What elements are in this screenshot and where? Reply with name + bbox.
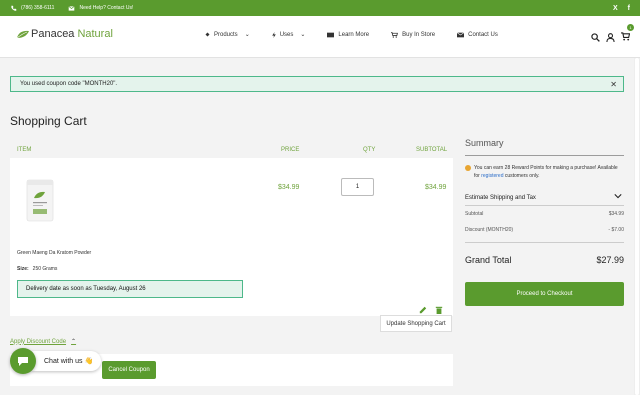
nav-uses-label: Uses xyxy=(279,31,294,38)
summary-subtotal-row: Subtotal $34.99 xyxy=(465,206,624,222)
apply-discount-toggle[interactable]: Apply Discount Code ⌃ xyxy=(10,338,77,346)
chevron-down-icon: ⌄ xyxy=(300,32,306,38)
registered-link[interactable]: registered xyxy=(481,173,503,179)
facebook-icon[interactable]: f xyxy=(628,5,630,12)
chevron-down-icon xyxy=(614,194,622,199)
nav-buy-in-store[interactable]: Buy In Store xyxy=(391,31,435,38)
chevron-up-icon: ⌃ xyxy=(71,339,77,345)
logo-text-panacea: Panacea xyxy=(31,28,75,40)
nav-products[interactable]: Products ⌄ xyxy=(205,31,250,38)
nav-learn-more-label: Learn More xyxy=(338,31,370,38)
nav-learn-more[interactable]: Learn More xyxy=(327,31,369,38)
size-value: 250 Grams xyxy=(32,266,58,272)
cart-button[interactable]: 1 xyxy=(621,24,634,46)
leaf-logo-icon xyxy=(16,30,29,38)
page-title: Shopping Cart xyxy=(10,114,87,128)
mail-icon xyxy=(68,5,75,11)
grand-total-value: $27.99 xyxy=(596,255,624,265)
close-icon[interactable]: ✕ xyxy=(610,80,617,89)
scrollbar-thumb[interactable] xyxy=(635,58,639,395)
products-icon xyxy=(205,32,210,37)
estimate-shipping-toggle[interactable]: Estimate Shipping and Tax xyxy=(465,190,624,206)
site-header: Panacea Natural Products ⌄ Uses ⌄ Learn … xyxy=(0,16,640,58)
store-icon xyxy=(391,31,399,38)
size-label: Size: xyxy=(17,266,29,272)
discount-label: Discount (MONTH20) xyxy=(465,227,514,233)
cart-icon xyxy=(621,32,631,41)
cancel-coupon-button[interactable]: Cancel Coupon xyxy=(102,361,156,379)
chat-widget[interactable]: Chat with us 👋 xyxy=(10,348,102,374)
column-header-qty: QTY xyxy=(363,147,376,153)
order-summary: Summary You can earn 28 Reward Points fo… xyxy=(465,138,624,306)
quantity-input[interactable]: 1 xyxy=(341,178,374,196)
nav-contact-us[interactable]: Contact Us xyxy=(457,31,498,38)
subtotal-value: $34.99 xyxy=(608,211,624,217)
chat-icon xyxy=(18,356,28,366)
coupon-notice: You used coupon code "MONTH20". ✕ xyxy=(10,76,624,92)
search-icon[interactable] xyxy=(591,32,600,42)
edit-icon[interactable] xyxy=(419,306,427,314)
top-bar: (786) 358-6111 Need Help? Contact Us! X … xyxy=(0,0,640,16)
uses-icon xyxy=(271,31,276,38)
x-social-icon[interactable]: X xyxy=(613,5,618,12)
nav-contact-us-label: Contact Us xyxy=(468,31,498,38)
item-price: $34.99 xyxy=(278,184,300,191)
nav-products-label: Products xyxy=(214,31,238,38)
coupon-notice-text: You used coupon code "MONTH20". xyxy=(20,81,118,87)
column-header-price: PRICE xyxy=(281,147,300,153)
estimate-shipping-label: Estimate Shipping and Tax xyxy=(465,194,536,201)
mail-icon xyxy=(457,31,465,37)
trash-icon[interactable] xyxy=(435,306,443,314)
column-header-subtotal: SUBTOTAL xyxy=(416,147,448,153)
grand-total-row: Grand Total $27.99 xyxy=(465,242,624,265)
nav-buy-in-store-label: Buy In Store xyxy=(402,31,436,38)
book-icon xyxy=(327,32,335,37)
grand-total-label: Grand Total xyxy=(465,255,512,265)
page-scrollbar[interactable] xyxy=(634,58,640,395)
reward-coin-icon xyxy=(465,165,471,171)
delivery-date-notice: Delivery date as soon as Tuesday, August… xyxy=(17,280,243,298)
summary-title: Summary xyxy=(465,138,624,156)
phone-number: (786) 358-6111 xyxy=(21,5,55,11)
main-nav: Products ⌄ Uses ⌄ Learn More Buy In Stor… xyxy=(205,31,520,38)
update-cart-button[interactable]: Update Shopping Cart xyxy=(380,315,452,332)
subtotal-label: Subtotal xyxy=(465,211,484,217)
chevron-down-icon: ⌄ xyxy=(244,32,250,38)
cart-item-row: Green Maeng Da Kratom Powder Size: 250 Gr… xyxy=(10,158,453,316)
product-name[interactable]: Green Maeng Da Kratom Powder xyxy=(17,250,91,256)
discount-value: - $7.00 xyxy=(608,227,624,233)
product-size: Size: 250 Grams xyxy=(17,266,57,272)
proceed-to-checkout-button[interactable]: Proceed to Checkout xyxy=(465,282,624,306)
chat-bubble-icon[interactable] xyxy=(10,348,36,374)
nav-uses[interactable]: Uses ⌄ xyxy=(271,31,306,38)
phone-icon xyxy=(11,5,17,11)
help-text: Need Help? Contact Us! xyxy=(79,5,134,11)
reward-points-notice: You can earn 28 Reward Points for making… xyxy=(465,164,624,180)
cart-table-header: ITEM PRICE QTY SUBTOTAL xyxy=(10,144,453,158)
apply-discount-label: Apply Discount Code xyxy=(10,338,67,345)
column-header-item: ITEM xyxy=(17,147,32,153)
help-link[interactable]: Need Help? Contact Us! xyxy=(68,5,133,12)
logo[interactable]: Panacea Natural xyxy=(16,28,113,40)
account-icon[interactable] xyxy=(606,32,615,42)
item-subtotal: $34.99 xyxy=(425,184,447,191)
reward-text-end: customers only. xyxy=(503,173,540,179)
phone-link[interactable]: (786) 358-6111 xyxy=(10,5,54,12)
cart-table: ITEM PRICE QTY SUBTOTAL Green Maeng Da K… xyxy=(10,144,453,316)
logo-text-natural: Natural xyxy=(77,28,113,40)
summary-discount-row: Discount (MONTH20) - $7.00 xyxy=(465,222,624,238)
product-image[interactable] xyxy=(25,178,55,223)
chat-label[interactable]: Chat with us 👋 xyxy=(32,351,102,371)
cart-count-badge: 1 xyxy=(627,24,634,31)
